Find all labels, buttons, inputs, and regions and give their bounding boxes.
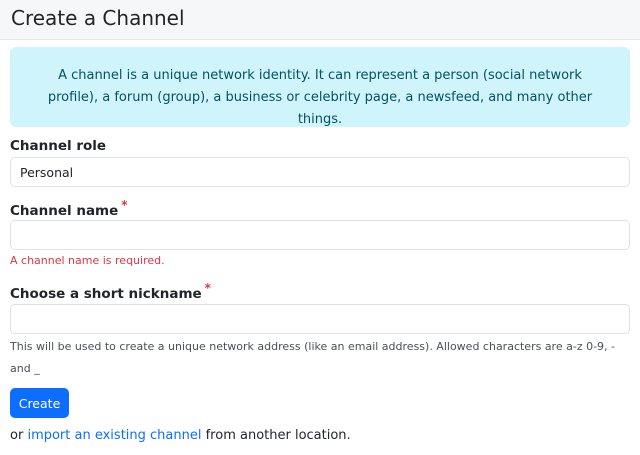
nickname-help-text: This will be used to create a unique net… (10, 340, 616, 375)
nickname-input[interactable] (10, 304, 630, 334)
panel-header: Create a Channel (0, 0, 640, 40)
info-alert-text: A channel is a unique network identity. … (47, 68, 593, 127)
info-alert: A channel is a unique network identity. … (10, 47, 630, 127)
nickname-label-text: Choose a short nickname (10, 286, 202, 302)
channel-role-value: Personal (20, 164, 74, 180)
footer-suffix: from another location. (205, 428, 351, 443)
channel-name-error: A channel name is required. (10, 254, 165, 267)
channel-name-input[interactable] (10, 220, 630, 250)
channel-role-label: Channel role (10, 138, 106, 154)
footer-prefix: or (10, 428, 24, 443)
required-marker: * (204, 281, 211, 295)
nickname-label: Choose a short nickname * (10, 281, 211, 302)
page-title: Create a Channel (11, 6, 185, 30)
import-footer: or import an existing channel from anoth… (10, 428, 351, 443)
create-button[interactable]: Create (10, 388, 69, 418)
channel-role-select[interactable]: Personal (10, 157, 630, 187)
required-marker: * (121, 198, 128, 212)
import-channel-link[interactable]: import an existing channel (27, 428, 201, 443)
channel-name-label: Channel name * (10, 198, 128, 219)
channel-role-label-text: Channel role (10, 138, 107, 154)
channel-name-label-text: Channel name (10, 203, 119, 219)
